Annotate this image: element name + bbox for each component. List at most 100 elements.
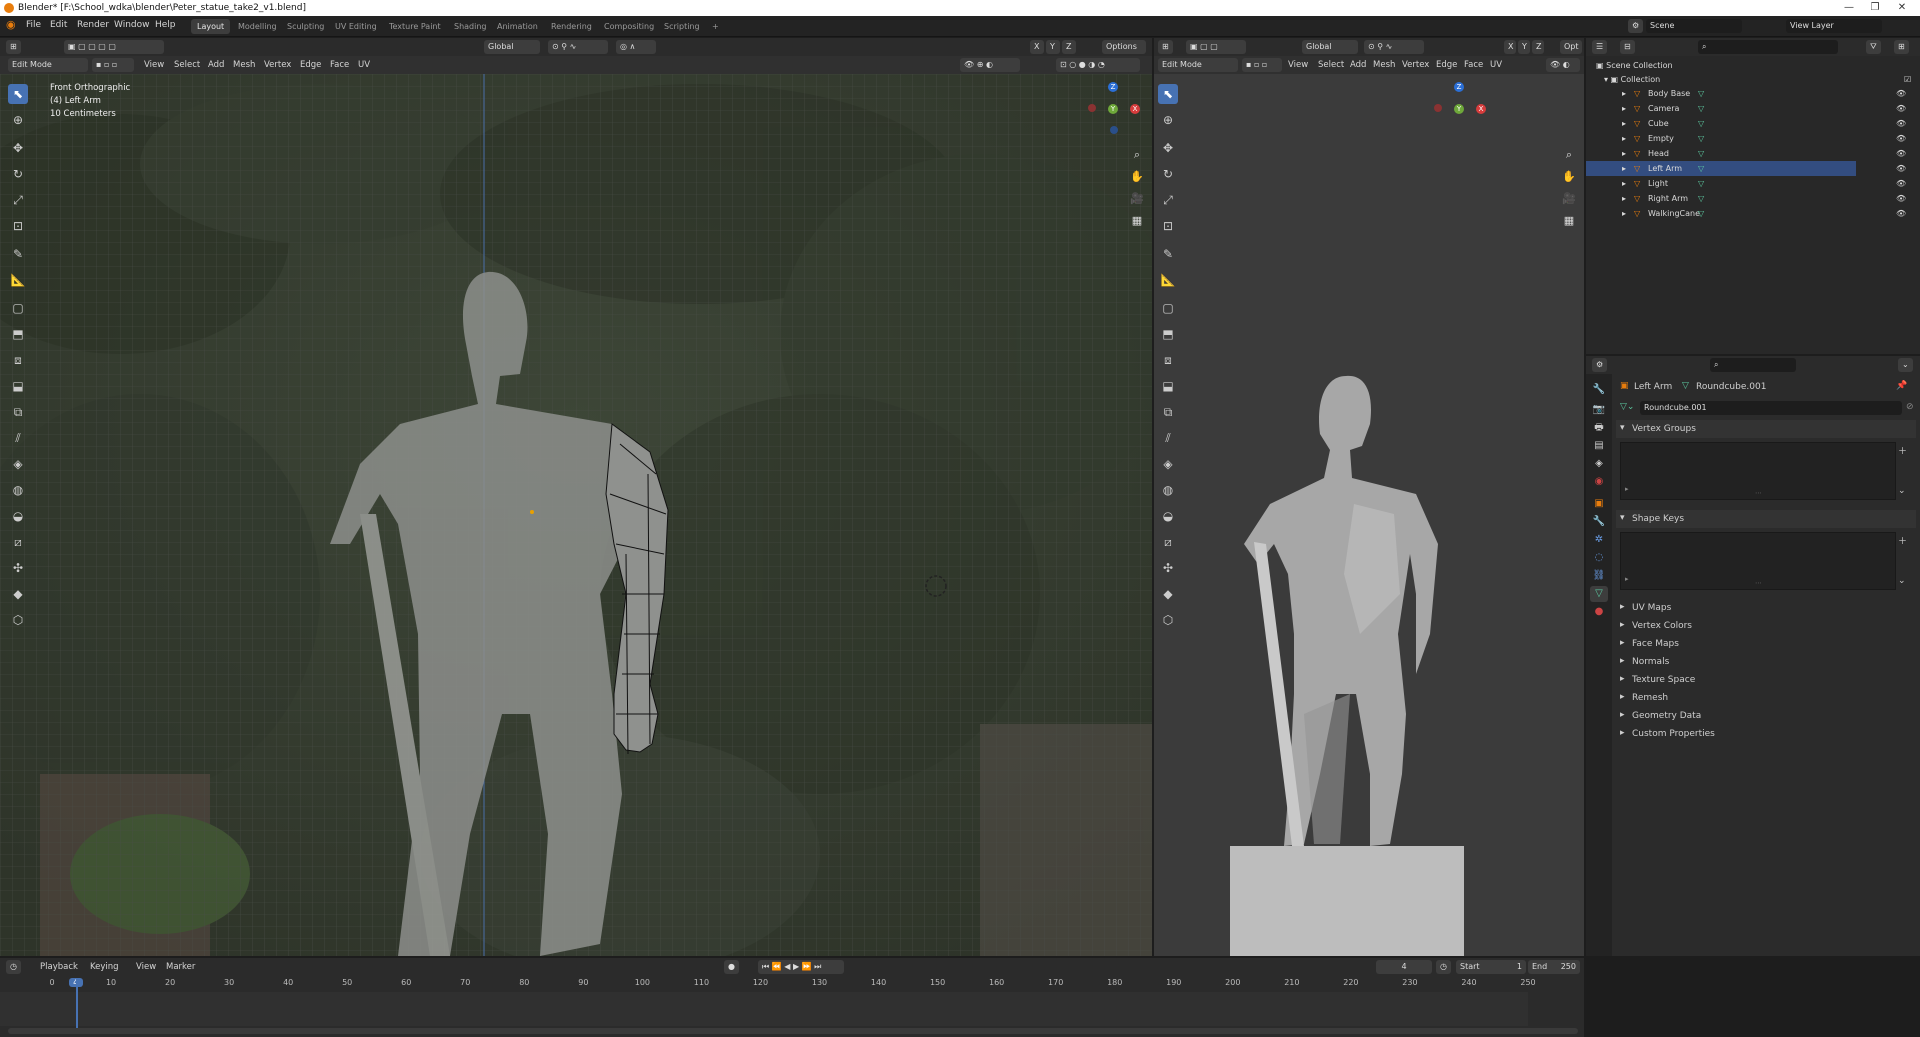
axis-z-toggle[interactable]: Z bbox=[1062, 40, 1076, 54]
visibility-eye-icon[interactable]: 👁 bbox=[1896, 86, 1906, 101]
vertex-groups-panel-header[interactable]: ▾ Vertex Groups bbox=[1616, 420, 1916, 438]
end-frame-field[interactable]: End 250 bbox=[1528, 960, 1580, 974]
ortho-grid-icon[interactable]: ▦ bbox=[1128, 212, 1146, 230]
shape-keys-panel-header[interactable]: ▾ Shape Keys bbox=[1616, 510, 1916, 528]
expand-arrow-icon[interactable]: ▸ bbox=[1622, 101, 1626, 116]
properties-search-input[interactable]: ⌕ bbox=[1710, 358, 1796, 372]
ortho-grid-icon-right[interactable]: ▦ bbox=[1560, 212, 1578, 230]
outliner-item[interactable]: ▸ ▽ Camera ▽ 👁 bbox=[1586, 101, 1906, 116]
visibility-eye-icon[interactable]: 👁 bbox=[1896, 161, 1906, 176]
menu-edge-right[interactable]: Edge bbox=[1436, 60, 1457, 70]
tab-modelling[interactable]: Modelling bbox=[232, 19, 283, 34]
menu-uv-right[interactable]: UV bbox=[1490, 60, 1502, 70]
collection-checkbox[interactable]: ☑ bbox=[1904, 72, 1911, 87]
options-dropdown-right[interactable]: Opt bbox=[1560, 40, 1582, 54]
visibility-eye-icon[interactable]: 👁 bbox=[1896, 191, 1906, 206]
zoom-icon[interactable]: ⌕ bbox=[1128, 146, 1146, 164]
outliner-item[interactable]: ▸ ▽ Head ▽ 👁 bbox=[1586, 146, 1906, 161]
move-tool-icon-right[interactable]: ✥ bbox=[1158, 138, 1178, 158]
loop-cut-tool-icon[interactable]: ⧉ bbox=[8, 402, 28, 422]
viewport-left-canvas[interactable] bbox=[0, 74, 1152, 956]
add-cube-tool-icon[interactable]: ▢ bbox=[8, 298, 28, 318]
list-resize-handle[interactable]: ⋯ bbox=[1755, 489, 1762, 497]
extrude-tool-icon-right[interactable]: ⬒ bbox=[1158, 324, 1178, 344]
visibility-eye-icon[interactable]: 👁 bbox=[1896, 131, 1906, 146]
properties-editor-type-icon[interactable]: ⚙ bbox=[1592, 358, 1608, 372]
outliner-item[interactable]: ▸ ▽ Empty ▽ 👁 bbox=[1586, 131, 1906, 146]
move-tool-icon[interactable]: ✥ bbox=[8, 138, 28, 158]
view-layer-tab-icon[interactable]: ▤ bbox=[1590, 438, 1608, 454]
mesh-data-icon[interactable]: ▽ bbox=[1698, 86, 1704, 101]
menu-edge[interactable]: Edge bbox=[300, 60, 321, 70]
axis-y-toggle-right[interactable]: Y bbox=[1518, 40, 1530, 54]
rotate-tool-icon-right[interactable]: ↻ bbox=[1158, 164, 1178, 184]
extrude-tool-icon[interactable]: ⬒ bbox=[8, 324, 28, 344]
mode-dropdown-right[interactable]: Edit Mode bbox=[1158, 58, 1238, 72]
outliner-item[interactable]: ▸ ▽ Left Arm ▽ 👁 bbox=[1586, 161, 1906, 176]
navigation-gizmo[interactable]: Z X Y bbox=[1082, 82, 1142, 142]
edge-slide-tool-icon-right[interactable]: ⧄ bbox=[1158, 532, 1178, 552]
transform-orientation-dropdown-right[interactable]: Global bbox=[1302, 40, 1358, 54]
output-tab-icon[interactable]: 🖶 bbox=[1590, 420, 1608, 436]
expand-arrow-icon[interactable]: ▸ bbox=[1622, 191, 1626, 206]
tab-uv-editing[interactable]: UV Editing bbox=[329, 19, 383, 34]
shrink-fatten-tool-icon-right[interactable]: ✣ bbox=[1158, 558, 1178, 578]
pivot-snap-buttons[interactable]: ⊙ ⚲ ∿ bbox=[548, 40, 608, 54]
viewport-right[interactable]: ⊞ ▣ ▢ ▢ Global ⊙ ⚲ ∿ X Y Z Opt Edit Mode… bbox=[1154, 38, 1584, 956]
options-dropdown[interactable]: Options bbox=[1102, 40, 1146, 54]
smooth-tool-icon[interactable]: ◒ bbox=[8, 506, 28, 526]
mesh-data-tab-icon[interactable]: ▽ bbox=[1590, 586, 1608, 602]
camera-view-icon[interactable]: 🎥 bbox=[1128, 190, 1146, 208]
add-shape-key-button[interactable]: ＋ bbox=[1898, 534, 1907, 547]
poly-build-tool-icon-right[interactable]: ◈ bbox=[1158, 454, 1178, 474]
modifier-tab-icon[interactable]: 🔧 bbox=[1590, 514, 1608, 530]
menu-marker[interactable]: Marker bbox=[166, 962, 195, 972]
transform-orientation-dropdown[interactable]: Global bbox=[484, 40, 540, 54]
timeline-scrollbar[interactable] bbox=[8, 1028, 1578, 1034]
bevel-tool-icon-right[interactable]: ⬓ bbox=[1158, 376, 1178, 396]
list-arrow-icon[interactable]: ▸ bbox=[1625, 575, 1629, 583]
menu-view-timeline[interactable]: View bbox=[136, 962, 156, 972]
timeline-keyframe-area[interactable] bbox=[0, 992, 1528, 1026]
axis-x-toggle-right[interactable]: X bbox=[1504, 40, 1516, 54]
pan-hand-icon[interactable]: ✋ bbox=[1128, 168, 1146, 186]
inset-tool-icon-right[interactable]: ⧈ bbox=[1158, 350, 1178, 370]
rotate-tool-icon[interactable]: ↻ bbox=[8, 164, 28, 184]
add-cube-tool-icon-right[interactable]: ▢ bbox=[1158, 298, 1178, 318]
visibility-button-right[interactable]: 👁 ◐ bbox=[1546, 58, 1580, 72]
auto-keying-button[interactable]: ● bbox=[724, 960, 739, 974]
frame-ruler[interactable]: 0410203040506070809010011012013014015016… bbox=[0, 978, 1584, 992]
rip-tool-icon[interactable]: ⬡ bbox=[8, 610, 28, 630]
gizmo-x-axis-right[interactable]: X bbox=[1476, 104, 1486, 114]
visibility-eye-icon[interactable]: 👁 bbox=[1896, 146, 1906, 161]
gizmo-z-axis[interactable]: Z bbox=[1108, 82, 1118, 92]
visibility-eye-icon[interactable]: 👁 bbox=[1896, 206, 1906, 221]
mesh-data-icon[interactable]: ▽ bbox=[1698, 161, 1704, 176]
mesh-data-icon[interactable]: ▽ bbox=[1698, 131, 1704, 146]
transform-tool-icon-right[interactable]: ⊡ bbox=[1158, 216, 1178, 236]
timeline-editor-type-icon[interactable]: ◷ bbox=[6, 960, 21, 974]
new-collection-icon[interactable]: ⊞ bbox=[1894, 40, 1909, 54]
axis-z-toggle-right[interactable]: Z bbox=[1532, 40, 1544, 54]
expand-arrow-icon[interactable]: ▸ bbox=[1622, 86, 1626, 101]
datablock-icon[interactable]: ▽⌄ bbox=[1620, 402, 1634, 412]
mesh-data-icon[interactable]: ▽ bbox=[1698, 146, 1704, 161]
visibility-eye-icon[interactable]: 👁 bbox=[1896, 116, 1906, 131]
shear-tool-icon-right[interactable]: ◆ bbox=[1158, 584, 1178, 604]
fake-user-icon[interactable]: ⊘ bbox=[1906, 402, 1914, 412]
display-mode-icon[interactable]: ⊟ bbox=[1620, 40, 1635, 54]
measure-tool-icon-right[interactable]: 📐 bbox=[1158, 270, 1178, 290]
expand-arrow-icon[interactable]: ▸ bbox=[1622, 206, 1626, 221]
measure-tool-icon[interactable]: 📐 bbox=[8, 270, 28, 290]
smooth-tool-icon-right[interactable]: ◒ bbox=[1158, 506, 1178, 526]
menu-playback[interactable]: Playback bbox=[40, 962, 78, 972]
expand-arrow-icon[interactable]: ▸ bbox=[1622, 131, 1626, 146]
shear-tool-icon[interactable]: ◆ bbox=[8, 584, 28, 604]
zoom-icon-right[interactable]: ⌕ bbox=[1560, 146, 1578, 164]
mesh-select-mode[interactable]: ▪ ▫ ▫ bbox=[92, 58, 134, 72]
pin-icon[interactable]: 📌 bbox=[1896, 381, 1907, 391]
render-tab-icon[interactable]: 📷 bbox=[1590, 402, 1608, 418]
axis-x-toggle[interactable]: X bbox=[1030, 40, 1044, 54]
menu-render[interactable]: Render bbox=[77, 20, 109, 30]
collapsed-panel-header[interactable]: ▸ Remesh bbox=[1616, 690, 1916, 706]
